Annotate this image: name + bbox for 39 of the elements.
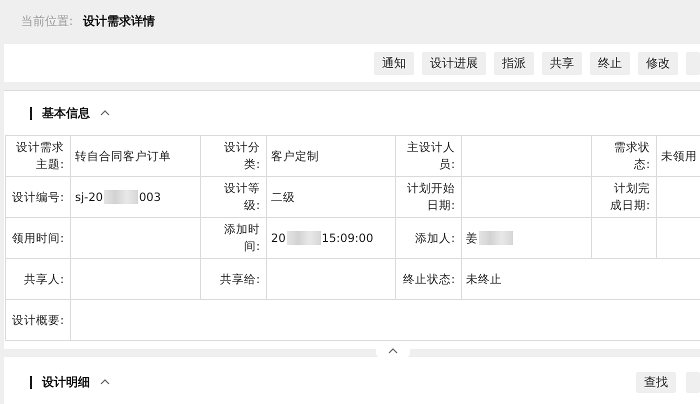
field-label: 共享给: bbox=[201, 259, 267, 300]
toolbar-button[interactable]: 修改 bbox=[638, 52, 678, 74]
field-label: 设计等级: bbox=[201, 177, 267, 218]
toolbar-button[interactable]: 通知 bbox=[374, 52, 414, 74]
field-label: 计划完成日期: bbox=[592, 177, 657, 218]
toolbar-button[interactable]: 设计进展 bbox=[422, 52, 486, 74]
field-label: 添加人: bbox=[396, 218, 462, 259]
field-value: 20 15:09:00 bbox=[271, 230, 374, 246]
field-label: 设计分类: bbox=[201, 136, 267, 177]
collapse-caret-icon[interactable] bbox=[100, 379, 110, 385]
field-label: 计划开始日期: bbox=[396, 177, 462, 218]
field-label: 设计需求主题: bbox=[6, 136, 71, 177]
field-label: 领用时间: bbox=[6, 218, 71, 259]
collapse-caret-icon[interactable] bbox=[100, 110, 110, 116]
field-label: 共享人: bbox=[6, 259, 71, 300]
field-value: 转自合同客户订单 bbox=[71, 136, 201, 177]
breadcrumb-label: 当前位置: bbox=[21, 12, 74, 30]
toolbar-button[interactable]: 指派 bbox=[494, 52, 534, 74]
section-marker bbox=[30, 106, 32, 120]
field-value: 客户定制 bbox=[267, 136, 396, 177]
field-label: 设计编号: bbox=[6, 177, 71, 218]
field-label: 需求状态: bbox=[592, 136, 657, 177]
toolbar-button[interactable]: 共享 bbox=[542, 52, 582, 74]
section-marker bbox=[30, 376, 32, 388]
field-label: 设计概要: bbox=[6, 300, 71, 341]
field-value: 未终止 bbox=[462, 259, 700, 300]
field-value: sj-20 003 bbox=[75, 190, 161, 204]
field-label: 主设计人员: bbox=[396, 136, 462, 177]
toolbar-button[interactable]: 终止 bbox=[590, 52, 630, 74]
section-title: 基本信息 bbox=[42, 104, 90, 122]
collapse-caret-icon[interactable] bbox=[388, 348, 398, 354]
section-title: 设计明细 bbox=[42, 374, 90, 390]
field-label: 添加时间: bbox=[201, 218, 267, 259]
page-title: 设计需求详情 bbox=[83, 12, 156, 30]
field-value: 未领用 bbox=[657, 136, 700, 177]
find-button[interactable]: 查找 bbox=[636, 372, 676, 392]
field-label: 终止状态: bbox=[396, 259, 462, 300]
field-value: 二级 bbox=[267, 177, 396, 218]
field-value: 姜 bbox=[466, 230, 514, 246]
